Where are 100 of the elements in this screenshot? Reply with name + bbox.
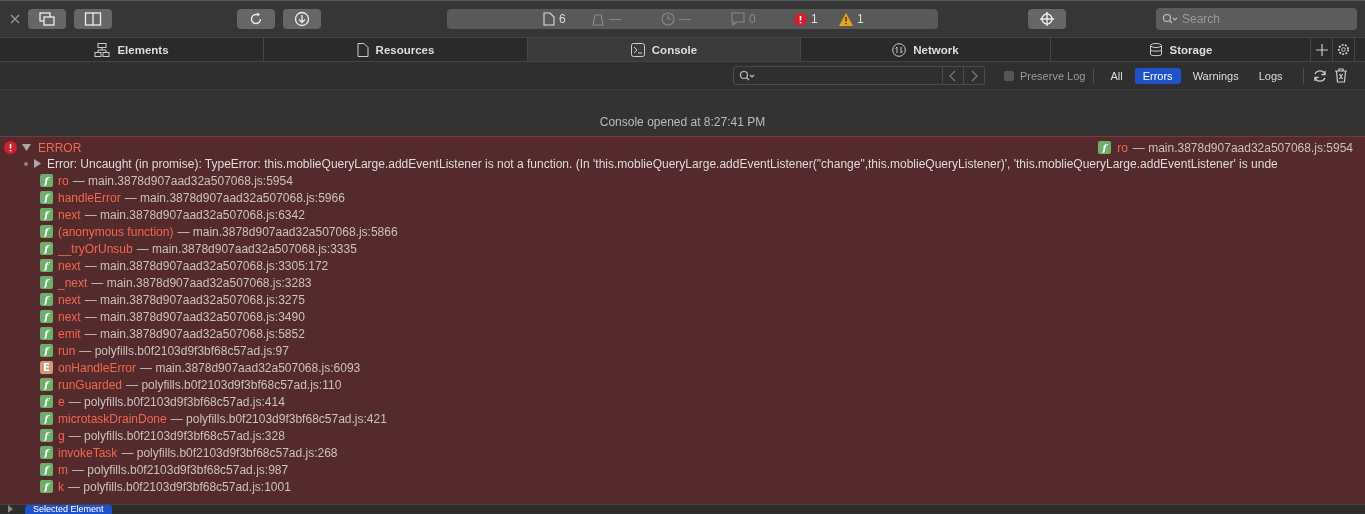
windows-icon (38, 12, 56, 26)
function-name[interactable]: invokeTask (58, 445, 118, 460)
weight-icon (591, 12, 605, 26)
checkbox[interactable] (1004, 70, 1014, 81)
function-icon: E (40, 361, 53, 374)
function-name[interactable]: m (58, 462, 68, 477)
selected-element-badge[interactable]: Selected Element (25, 505, 112, 514)
tab[interactable]: Console (528, 38, 801, 61)
function-icon: f (40, 395, 53, 408)
tab[interactable]: Storage (1051, 38, 1311, 61)
source-location-link[interactable]: — main.3878d907aad32a507068.js:5866 (177, 224, 398, 239)
checkbox-label[interactable]: Preserve Log (1020, 69, 1086, 82)
network-icon (892, 42, 907, 57)
warning-icon (839, 12, 853, 26)
tab[interactable]: Elements (0, 38, 264, 61)
plus-icon (1315, 43, 1328, 56)
function-icon: f (40, 412, 53, 425)
trash-icon[interactable] (1333, 68, 1348, 83)
message-icon (731, 12, 745, 26)
disclosure-triangle-icon[interactable] (34, 159, 41, 168)
function-name[interactable]: next (58, 309, 81, 324)
document-icon (543, 12, 555, 26)
filter-button[interactable]: Logs (1250, 67, 1291, 84)
function-icon: f (40, 208, 53, 221)
filter-field[interactable] (733, 66, 943, 85)
source-location-link[interactable]: — polyfills.b0f2103d9f3bf68c57ad.js:97 (79, 343, 289, 358)
database-icon (1148, 42, 1163, 57)
filter-button[interactable]: Errors (1134, 67, 1181, 84)
function-icon: f (40, 463, 53, 476)
function-name[interactable]: g (58, 428, 65, 443)
target-button[interactable] (1028, 9, 1066, 29)
source-location-link[interactable]: — main.3878d907aad32a507068.js:5954 (1132, 140, 1353, 155)
function-name[interactable]: (anonymous function) (58, 224, 174, 239)
disclosure-triangle-icon[interactable] (22, 143, 31, 152)
split-view-button[interactable] (74, 9, 112, 29)
filter-button[interactable]: Warnings (1184, 67, 1247, 84)
close-icon[interactable] (10, 14, 20, 24)
count-text: 1 (811, 12, 818, 26)
function-icon: f (40, 174, 53, 187)
function-name[interactable]: ro (58, 173, 69, 188)
function-name[interactable]: handleError (58, 190, 121, 205)
dock-button[interactable] (28, 9, 66, 29)
search-field[interactable]: Search (1156, 8, 1357, 30)
function-icon: f (40, 225, 53, 238)
function-name[interactable]: onHandleError (58, 360, 137, 375)
source-location-link[interactable]: — main.3878d907aad32a507068.js:3275 (84, 292, 305, 307)
function-name[interactable]: _next (58, 275, 88, 290)
source-location-link[interactable]: — polyfills.b0f2103d9f3bf68c57ad.js:110 (126, 377, 342, 392)
function-name[interactable]: microtaskDrainDone (58, 411, 167, 426)
source-location-link[interactable]: — polyfills.b0f2103d9f3bf68c57ad.js:1001 (68, 479, 291, 494)
function-name[interactable]: next (58, 207, 81, 222)
source-location-link[interactable]: — polyfills.b0f2103d9f3bf68c57ad.js:268 (121, 445, 338, 460)
function-name[interactable]: runGuarded (58, 377, 123, 392)
chevron-left-icon (949, 69, 957, 82)
source-location-link[interactable]: — polyfills.b0f2103d9f3bf68c57ad.js:987 (72, 462, 289, 477)
source-location-link[interactable]: — polyfills.b0f2103d9f3bf68c57ad.js:414 (68, 394, 285, 409)
source-location-link[interactable]: — polyfills.b0f2103d9f3bf68c57ad.js:421 (170, 411, 387, 426)
split-view-icon (84, 12, 102, 26)
refresh-icon[interactable] (1311, 67, 1328, 84)
disclosure-triangle-icon[interactable] (8, 505, 13, 513)
source-location-link[interactable]: — main.3878d907aad32a507068.js:5852 (84, 326, 305, 341)
terminal-icon (630, 42, 645, 57)
function-icon: f (40, 259, 53, 272)
function-icon: f (40, 429, 53, 442)
previous-button[interactable] (943, 66, 964, 85)
function-name[interactable]: ro (1117, 140, 1128, 155)
function-name[interactable]: run (58, 343, 76, 358)
source-location-link[interactable]: — main.3878d907aad32a507068.js:5954 (72, 173, 293, 188)
source-location-link[interactable]: — main.3878d907aad32a507068.js:6093 (140, 360, 361, 375)
function-icon: f (40, 293, 53, 306)
error-icon (4, 141, 17, 154)
function-icon: f (40, 378, 53, 391)
source-location-link[interactable]: — main.3878d907aad32a507068.js:3305:172 (84, 258, 329, 273)
function-name[interactable]: next (58, 258, 81, 273)
function-icon: f (1098, 141, 1112, 154)
document-icon (356, 42, 369, 57)
count-text: — (609, 12, 621, 26)
count-text: 1 (857, 12, 864, 26)
search-icon (1162, 13, 1178, 25)
source-location-link[interactable]: — main.3878d907aad32a507068.js:3490 (84, 309, 305, 324)
error-level-text: ERROR (38, 140, 82, 155)
tab[interactable]: Network (801, 38, 1051, 61)
function-name[interactable]: __tryOrUnsub (58, 241, 133, 256)
function-name[interactable]: next (58, 292, 81, 307)
source-location-link[interactable]: — main.3878d907aad32a507068.js:6342 (84, 207, 305, 222)
function-name[interactable]: emit (58, 326, 81, 341)
source-location-link[interactable]: — main.3878d907aad32a507068.js:3283 (91, 275, 312, 290)
function-icon: f (40, 327, 53, 340)
download-button[interactable] (283, 9, 321, 29)
filter-button[interactable]: All (1102, 67, 1131, 84)
source-location-link[interactable]: — main.3878d907aad32a507068.js:3335 (136, 241, 357, 256)
source-location-link[interactable]: — polyfills.b0f2103d9f3bf68c57ad.js:328 (68, 428, 285, 443)
function-name[interactable]: k (58, 479, 64, 494)
next-button[interactable] (964, 66, 985, 85)
function-icon: f (40, 276, 53, 289)
function-name[interactable]: e (58, 394, 65, 409)
console-opened-text: Console opened at 8:27:41 PM (599, 115, 766, 129)
source-location-link[interactable]: — main.3878d907aad32a507068.js:5966 (124, 190, 345, 205)
error-icon (794, 12, 807, 26)
reload-button[interactable] (237, 9, 275, 29)
